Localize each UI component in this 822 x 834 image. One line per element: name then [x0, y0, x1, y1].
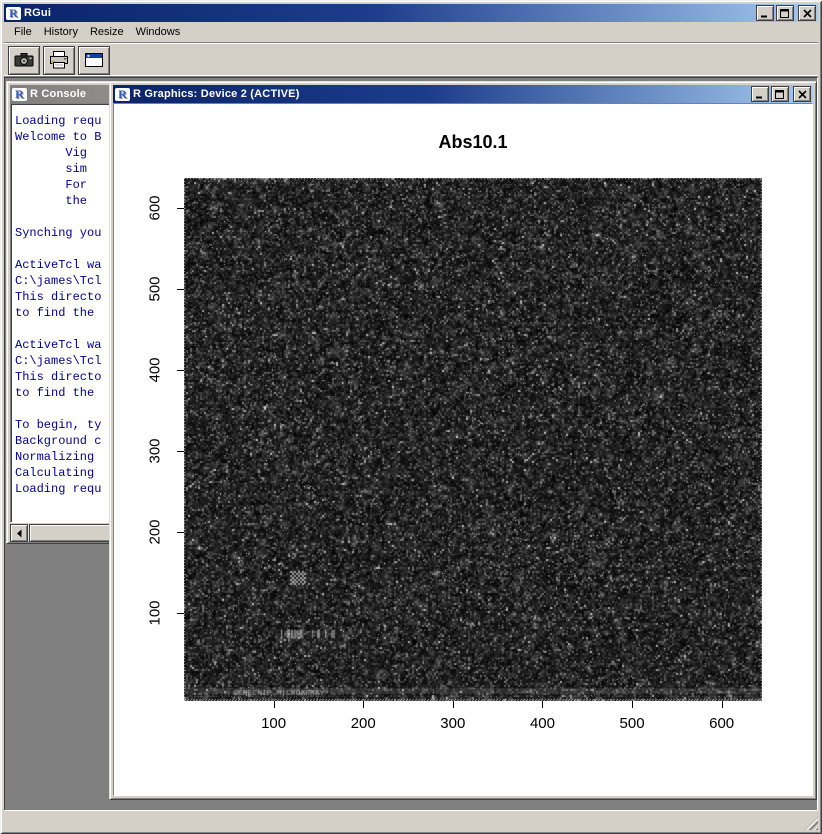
x-tick	[363, 701, 364, 708]
close-icon	[803, 9, 812, 18]
x-axis: 100 200 300 400 500 600	[184, 701, 762, 743]
status-bar	[4, 810, 818, 830]
arrow-left-icon	[16, 529, 23, 538]
x-tick-label: 300	[440, 715, 465, 732]
maximize-icon	[780, 9, 790, 18]
x-tick	[453, 701, 454, 708]
y-tick-label: 300	[147, 437, 164, 465]
y-tick-label: 500	[147, 275, 164, 303]
close-icon	[798, 90, 807, 99]
graphics-title: R Graphics: Device 2 (ACTIVE)	[133, 88, 748, 100]
x-tick	[632, 701, 633, 708]
r-app-icon: R	[6, 7, 21, 20]
graphics-titlebar[interactable]: R R Graphics: Device 2 (ACTIVE)	[113, 85, 813, 103]
x-tick-label: 600	[709, 715, 734, 732]
snapshot-button[interactable]	[8, 46, 40, 75]
x-tick-label: 200	[351, 715, 376, 732]
plot-area: Abs10.1 100 200 300 400 500 600 100 200 300 400 5…	[113, 103, 813, 796]
y-tick	[177, 532, 184, 533]
y-axis: 100 200 300 400 500 600	[114, 178, 184, 701]
x-tick-label: 100	[261, 715, 286, 732]
y-tick-label: 100	[147, 599, 164, 627]
toolbar	[4, 42, 818, 77]
resize-grip[interactable]	[804, 816, 818, 830]
y-tick	[177, 208, 184, 209]
scroll-left-button[interactable]	[10, 524, 28, 542]
menu-history[interactable]: History	[38, 24, 84, 40]
minimize-button[interactable]	[756, 5, 774, 21]
maximize-button[interactable]	[776, 5, 794, 21]
y-tick	[177, 451, 184, 452]
y-tick-label: 400	[147, 356, 164, 384]
r-graphics-icon: R	[115, 88, 130, 101]
y-tick	[177, 613, 184, 614]
menu-resize[interactable]: Resize	[84, 24, 130, 40]
print-button[interactable]	[43, 46, 75, 75]
menu-file[interactable]: File	[8, 24, 38, 40]
menubar: File History Resize Windows	[4, 23, 818, 41]
x-tick	[542, 701, 543, 708]
printer-icon	[48, 51, 70, 69]
y-tick	[177, 370, 184, 371]
console-focus-button[interactable]	[78, 46, 110, 75]
menu-windows[interactable]: Windows	[130, 24, 187, 40]
rgui-main-window: R RGui File History Resize Windows	[0, 0, 822, 834]
x-tick-label: 400	[530, 715, 555, 732]
window-icon	[83, 51, 105, 69]
microarray-image	[184, 178, 762, 701]
main-titlebar[interactable]: R RGui	[4, 4, 818, 22]
y-tick	[177, 289, 184, 290]
x-tick-label: 500	[620, 715, 645, 732]
x-tick	[722, 701, 723, 708]
r-console-icon: R	[12, 88, 27, 101]
minimize-icon	[755, 90, 765, 99]
maximize-icon	[775, 90, 785, 99]
y-tick-label: 200	[147, 518, 164, 546]
minimize-icon	[760, 9, 770, 18]
close-button[interactable]	[798, 5, 816, 21]
plot-title: Abs10.1	[184, 132, 762, 153]
graphics-minimize-button[interactable]	[751, 86, 769, 102]
graphics-close-button[interactable]	[793, 86, 811, 102]
graphics-maximize-button[interactable]	[771, 86, 789, 102]
camera-icon	[13, 51, 35, 69]
main-window-title: RGui	[24, 7, 753, 19]
mdi-workspace: R R Console Loading requ Welcome to B Vi…	[4, 77, 818, 811]
x-tick	[274, 701, 275, 708]
y-tick-label: 600	[147, 194, 164, 222]
r-graphics-window[interactable]: R R Graphics: Device 2 (ACTIVE) Abs10.1	[109, 81, 817, 800]
